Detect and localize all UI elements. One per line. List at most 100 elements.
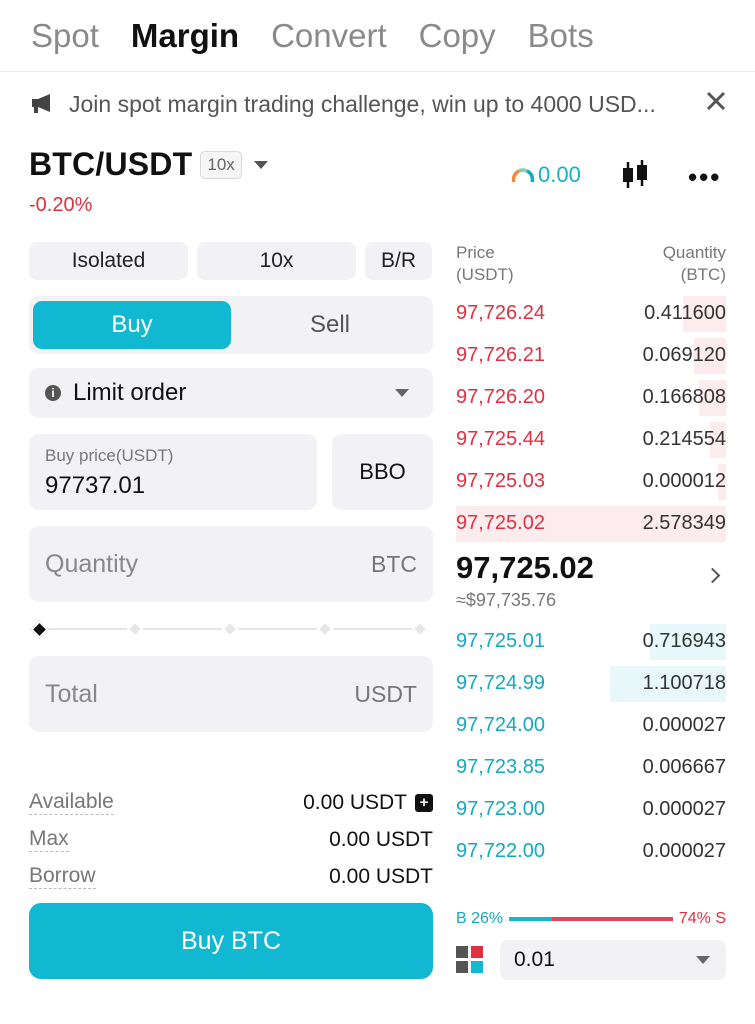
tab-bots[interactable]: Bots	[528, 19, 594, 52]
ask-quantity: 2.578349	[642, 511, 726, 534]
sell-tab[interactable]: Sell	[231, 301, 429, 349]
ask-price: 97,726.20	[456, 385, 545, 408]
margin-mode-button[interactable]: Isolated	[29, 242, 188, 280]
available-label[interactable]: Available	[29, 790, 114, 816]
bid-price: 97,723.00	[456, 797, 545, 820]
ask-row[interactable]: 97,726.21 0.069120	[456, 334, 726, 376]
amount-slider[interactable]	[29, 602, 433, 656]
ask-quantity: 0.411600	[644, 301, 726, 324]
bid-row[interactable]: 97,722.00 0.000027	[456, 830, 726, 872]
info-icon[interactable]: i	[45, 385, 61, 401]
quantity-column-header: Quantity (BTC)	[662, 243, 726, 285]
precision-value: 0.01	[514, 948, 555, 971]
ask-price: 97,725.02	[456, 511, 545, 534]
ask-quantity: 0.069120	[642, 343, 726, 366]
precision-select[interactable]: 0.01	[500, 940, 726, 980]
tab-copy[interactable]: Copy	[419, 19, 496, 52]
bid-row[interactable]: 97,723.00 0.000027	[456, 788, 726, 830]
chevron-right-icon[interactable]	[704, 567, 721, 584]
leverage-button[interactable]: 10x	[197, 242, 356, 280]
quantity-placeholder: Quantity	[45, 549, 139, 578]
buy-price-caption: Buy price(USDT)	[45, 446, 174, 465]
price-change: -0.20%	[29, 194, 93, 216]
more-options-icon[interactable]: •••	[688, 162, 721, 193]
tab-convert[interactable]: Convert	[271, 19, 387, 52]
bbo-button[interactable]: BBO	[332, 434, 433, 510]
last-price: 97,725.02	[456, 550, 594, 586]
close-icon[interactable]	[703, 88, 729, 114]
slider-step-100[interactable]	[411, 620, 429, 638]
buy-ratio-label: B 26%	[456, 910, 504, 927]
bid-price: 97,724.99	[456, 671, 545, 694]
sell-ratio-fill	[551, 917, 673, 921]
sentiment-gauge[interactable]: 0.00	[510, 162, 581, 188]
ask-row[interactable]: 97,725.02 2.578349	[456, 502, 726, 544]
order-form: Isolated 10x B/R Buy Sell i Limit order …	[29, 242, 433, 732]
promo-banner[interactable]: Join spot margin trading challenge, win …	[0, 78, 755, 130]
order-book: Price (USDT) Quantity (BTC) 97,726.24 0.411…	[456, 242, 726, 872]
ask-price: 97,726.24	[456, 301, 545, 324]
buy-price-value: 97737.01	[45, 472, 146, 499]
asks-list: 97,726.24 0.411600 97,726.21 0.069120 97,726…	[456, 292, 726, 544]
max-label[interactable]: Max	[29, 827, 69, 853]
buy-tab[interactable]: Buy	[33, 301, 231, 349]
available-row: Available 0.00 USDT +	[29, 784, 433, 821]
ask-quantity: 0.166808	[642, 385, 726, 408]
candlestick-chart-icon[interactable]	[618, 158, 652, 197]
book-layout-icon[interactable]	[456, 946, 484, 974]
buy-btc-button[interactable]: Buy BTC	[29, 903, 433, 979]
bid-quantity: 0.000027	[642, 713, 726, 736]
bid-quantity: 0.716943	[642, 629, 726, 652]
plus-icon[interactable]: +	[415, 793, 433, 812]
max-row: Max 0.00 USDT	[29, 821, 433, 858]
slider-step-25[interactable]	[126, 620, 144, 638]
quantity-input[interactable]: Quantity BTC	[29, 526, 433, 602]
total-placeholder: Total	[45, 679, 98, 708]
bid-quantity: 0.000027	[642, 839, 726, 862]
slider-handle[interactable]	[30, 620, 49, 639]
ask-row[interactable]: 97,726.24 0.411600	[456, 292, 726, 334]
leverage-badge: 10x	[200, 150, 242, 179]
bid-row[interactable]: 97,724.99 1.100718	[456, 662, 726, 704]
top-tabs: Spot Margin Convert Copy Bots	[0, 0, 755, 72]
ask-row[interactable]: 97,725.03 0.000012	[456, 460, 726, 502]
ask-row[interactable]: 97,725.44 0.214554	[456, 418, 726, 460]
total-unit: USDT	[354, 680, 417, 707]
ask-row[interactable]: 97,726.20 0.166808	[456, 376, 726, 418]
price-column-header: Price (USDT)	[456, 243, 514, 285]
borrow-repay-button[interactable]: B/R	[365, 242, 432, 280]
bid-quantity: 1.100718	[642, 671, 726, 694]
megaphone-icon	[31, 92, 59, 116]
gauge-icon	[511, 168, 535, 183]
last-price-block[interactable]: 97,725.02 ≈$97,735.76	[456, 544, 726, 620]
pair-name: BTC/USDT	[29, 146, 193, 182]
bid-price: 97,723.85	[456, 755, 545, 778]
slider-step-75[interactable]	[316, 620, 334, 638]
chevron-down-icon	[696, 956, 710, 964]
buy-sell-ratio: B 26% 74% S	[456, 908, 726, 930]
ask-price: 97,725.44	[456, 427, 545, 450]
total-input[interactable]: Total USDT	[29, 656, 433, 732]
borrow-row: Borrow 0.00 USDT	[29, 858, 433, 895]
order-type-select[interactable]: i Limit order	[29, 368, 433, 418]
balance-stats: Available 0.00 USDT + Max 0.00 USDT Borr…	[29, 784, 433, 895]
tab-spot[interactable]: Spot	[31, 19, 99, 52]
buy-price-input[interactable]: Buy price(USDT) 97737.01	[29, 434, 317, 510]
bid-row[interactable]: 97,724.00 0.000027	[456, 704, 726, 746]
slider-step-50[interactable]	[221, 620, 239, 638]
borrow-label[interactable]: Borrow	[29, 864, 96, 890]
ask-quantity: 0.214554	[642, 427, 726, 450]
bid-row[interactable]: 97,725.01 0.716943	[456, 620, 726, 662]
tab-margin[interactable]: Margin	[131, 19, 239, 52]
gauge-value: 0.00	[538, 162, 581, 187]
book-tools: 0.01	[456, 940, 726, 980]
pair-selector[interactable]: BTC/USDT 10x	[29, 146, 268, 183]
available-value: 0.00 USDT	[303, 790, 407, 814]
ask-quantity: 0.000012	[642, 469, 726, 492]
max-value: 0.00 USDT	[329, 827, 433, 851]
chevron-down-icon	[253, 160, 268, 169]
last-price-usd: ≈$97,735.76	[456, 590, 556, 611]
bid-row[interactable]: 97,723.85 0.006667	[456, 746, 726, 788]
bid-price: 97,725.01	[456, 629, 545, 652]
buy-sell-toggle: Buy Sell	[29, 296, 433, 354]
